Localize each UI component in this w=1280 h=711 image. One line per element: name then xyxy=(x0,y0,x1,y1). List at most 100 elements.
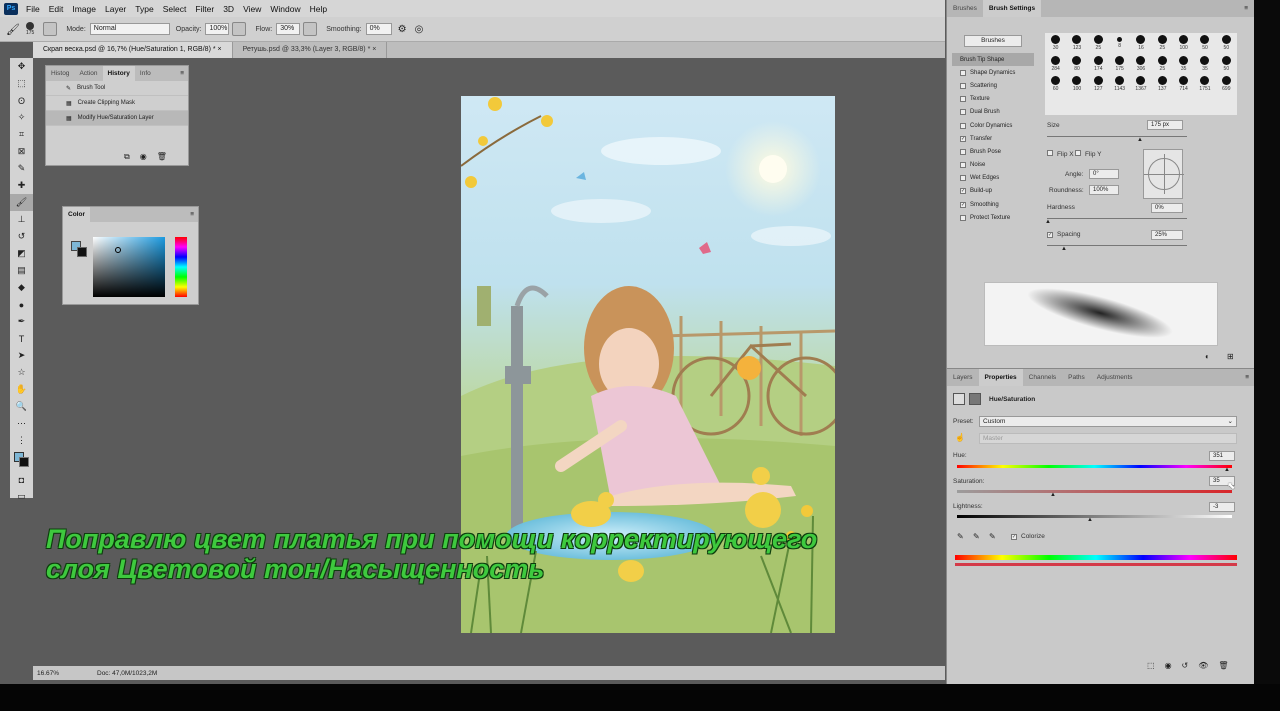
brush-settings-toggle-icon[interactable] xyxy=(43,22,58,36)
checkbox[interactable] xyxy=(1075,150,1081,156)
bs-item-color-dynamics[interactable]: Color Dynamics xyxy=(952,119,1034,132)
roundness-field[interactable]: 100% xyxy=(1089,185,1119,195)
history-step[interactable]: ✎ Brush Tool xyxy=(46,81,188,96)
checkbox[interactable] xyxy=(960,109,966,116)
brush-tip[interactable]: 306 xyxy=(1130,54,1151,75)
saturation-slider-thumb[interactable]: ▲ xyxy=(1050,492,1056,498)
channel-select[interactable]: Master xyxy=(979,433,1237,444)
type-tool-icon[interactable]: T xyxy=(10,330,33,347)
brush-tip[interactable]: 25 xyxy=(1152,54,1173,75)
screen-mode-icon[interactable]: ▭ xyxy=(10,488,33,505)
tab-actions[interactable]: Action xyxy=(74,66,102,81)
clone-stamp-icon[interactable]: ⊥ xyxy=(10,211,33,228)
move-tool-icon[interactable]: ✥ xyxy=(10,58,33,75)
pressure-opacity-icon[interactable] xyxy=(232,22,247,36)
crop-tool-icon[interactable]: ⌗ xyxy=(10,126,33,143)
eyedropper-icon[interactable]: ✎ xyxy=(10,160,33,177)
brush-tip[interactable]: 8 xyxy=(1109,33,1130,54)
doc-tab-scrap[interactable]: Скрап веска.psd @ 16,7% (Hue/Saturation … xyxy=(33,42,233,58)
opacity-field[interactable]: 100% xyxy=(205,23,230,35)
checkbox-checked[interactable]: ✓ xyxy=(1047,232,1053,238)
spacing-field[interactable]: 25% xyxy=(1151,230,1183,240)
tab-info[interactable]: Info xyxy=(135,66,156,81)
tab-color[interactable]: Color xyxy=(63,207,90,222)
checkbox[interactable] xyxy=(960,162,966,169)
menu-select[interactable]: Select xyxy=(163,4,187,14)
lasso-tool-icon[interactable]: ʘ xyxy=(10,92,33,109)
toggle-live-tip-icon[interactable]: ◐ xyxy=(1205,352,1210,361)
panel-menu-icon[interactable]: ≡ xyxy=(1245,374,1249,381)
eyedropper-minus-icon[interactable]: ✎ xyxy=(989,532,996,541)
saturation-slider-track[interactable] xyxy=(957,490,1232,493)
gradient-icon[interactable]: ▤ xyxy=(10,262,33,279)
eyedropper-icon[interactable]: ✎ xyxy=(957,532,964,541)
tab-layers[interactable]: Layers xyxy=(947,369,979,386)
brush-tip[interactable]: 1367 xyxy=(1130,74,1151,95)
flip-x-checkbox[interactable]: Flip X xyxy=(1047,150,1074,158)
new-document-from-state-icon[interactable]: ⧉ xyxy=(124,152,130,162)
bs-item-shape-dynamics[interactable]: Shape Dynamics xyxy=(952,66,1034,79)
brush-tip[interactable]: 1143 xyxy=(1109,74,1130,95)
hue-slider-thumb[interactable]: ▲ xyxy=(1224,467,1230,473)
edit-toolbar-icon[interactable]: ⋮ xyxy=(10,432,33,449)
brush-tip[interactable]: 25 xyxy=(1152,33,1173,54)
color-picker-field[interactable] xyxy=(93,237,165,297)
tab-adjustments[interactable]: Adjustments xyxy=(1091,369,1139,386)
brush-tip[interactable]: 699 xyxy=(1216,74,1237,95)
brush-tip[interactable]: 35 xyxy=(1173,54,1194,75)
bs-item-scattering[interactable]: Scattering xyxy=(952,79,1034,92)
menu-filter[interactable]: Filter xyxy=(195,4,214,14)
checkbox[interactable] xyxy=(960,175,966,182)
smoothing-field[interactable]: 0% xyxy=(365,23,392,35)
flow-field[interactable]: 30% xyxy=(276,23,301,35)
brush-preset-picker[interactable]: 175 xyxy=(26,22,34,36)
brush-tip[interactable]: 35 xyxy=(1194,54,1215,75)
zoom-tool-icon[interactable]: 🔍 xyxy=(10,398,33,415)
magic-wand-icon[interactable]: ✧ xyxy=(10,109,33,126)
hardness-slider-thumb[interactable]: ▲ xyxy=(1045,219,1051,225)
lightness-slider-thumb[interactable]: ▲ xyxy=(1087,517,1093,523)
brush-tip[interactable]: 30 xyxy=(1045,33,1066,54)
menu-edit[interactable]: Edit xyxy=(49,4,64,14)
lightness-field[interactable]: -3 xyxy=(1209,502,1235,512)
brush-angle-preview[interactable] xyxy=(1143,149,1184,199)
checkbox[interactable] xyxy=(960,122,966,129)
bs-item-smoothing[interactable]: ✓ Smoothing xyxy=(952,198,1034,211)
trash-icon[interactable]: 🗑 xyxy=(157,152,167,162)
blur-icon[interactable]: ◆ xyxy=(10,279,33,296)
menu-file[interactable]: File xyxy=(26,4,40,14)
quick-mask-icon[interactable]: ◘ xyxy=(10,471,33,488)
zoom-level[interactable]: 16.67% xyxy=(37,670,77,677)
tab-histogram[interactable]: Histog xyxy=(46,66,74,81)
spacing-slider-thumb[interactable]: ▲ xyxy=(1061,246,1067,252)
bs-item-brush-pose[interactable]: Brush Pose xyxy=(952,145,1034,158)
checkbox[interactable] xyxy=(960,214,966,221)
brush-tip[interactable]: 137 xyxy=(1152,74,1173,95)
brush-tip[interactable]: 25 xyxy=(1088,33,1109,54)
bs-item-texture[interactable]: Texture xyxy=(952,93,1034,106)
more-tools-icon[interactable]: ⋯ xyxy=(10,415,33,432)
hue-field[interactable]: 351 xyxy=(1209,451,1235,461)
eraser-icon[interactable]: ◩ xyxy=(10,245,33,262)
brush-tip[interactable]: 1751 xyxy=(1194,74,1215,95)
checkbox[interactable] xyxy=(960,82,966,89)
checkbox-checked[interactable]: ✓ xyxy=(960,201,966,208)
trash-icon[interactable]: 🗑 xyxy=(1218,661,1228,670)
dodge-icon[interactable]: ● xyxy=(10,296,33,313)
panel-menu-icon[interactable]: ≡ xyxy=(1244,5,1248,12)
panel-menu-icon[interactable]: ≡ xyxy=(190,211,194,218)
bs-item-dual-brush[interactable]: Dual Brush xyxy=(952,106,1034,119)
mode-select[interactable]: Normal xyxy=(89,23,170,35)
brush-tip[interactable]: 284 xyxy=(1045,54,1066,75)
spacing-checkbox[interactable]: ✓ Spacing xyxy=(1047,231,1081,238)
eyedropper-plus-icon[interactable]: ✎ xyxy=(973,532,980,541)
brush-tip[interactable]: 714 xyxy=(1173,74,1194,95)
pen-tool-icon[interactable]: ✒ xyxy=(10,313,33,330)
checkbox[interactable] xyxy=(960,148,966,155)
checkbox[interactable] xyxy=(1047,150,1053,156)
view-previous-state-icon[interactable]: ◉ xyxy=(1165,661,1172,670)
visibility-icon[interactable]: 👁 xyxy=(1198,661,1208,670)
menu-image[interactable]: Image xyxy=(72,4,96,14)
bs-item-noise[interactable]: Noise xyxy=(952,159,1034,172)
adjustment-layer-icon[interactable] xyxy=(953,393,965,405)
